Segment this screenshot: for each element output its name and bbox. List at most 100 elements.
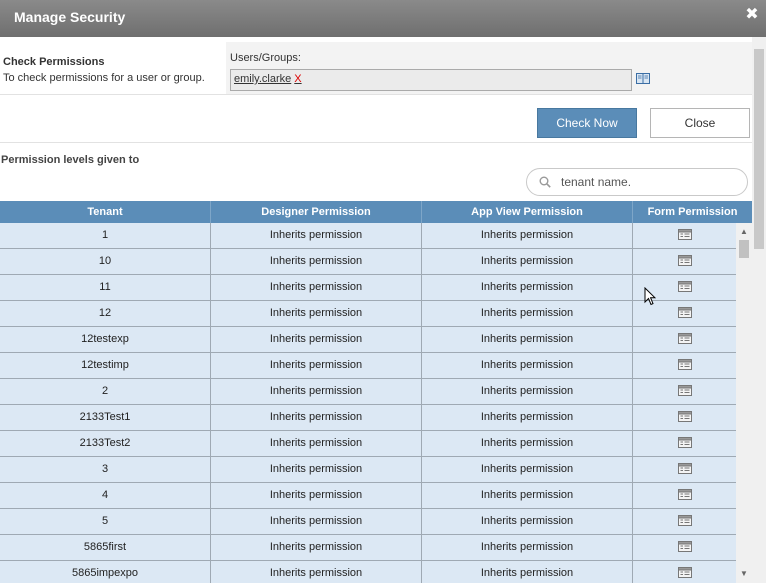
designer-permission-cell: Inherits permission (211, 249, 422, 274)
tenant-cell: 12 (0, 301, 211, 326)
designer-permission-cell: Inherits permission (211, 379, 422, 404)
designer-permission-cell: Inherits permission (211, 509, 422, 534)
tenant-cell: 10 (0, 249, 211, 274)
table-row[interactable]: 3 Inherits permission Inherits permissio… (0, 457, 736, 483)
app-view-permission-cell: Inherits permission (422, 301, 633, 326)
form-permission-icon[interactable] (677, 358, 692, 370)
table-row[interactable]: 1 Inherits permission Inherits permissio… (0, 223, 736, 249)
table-row[interactable]: 12testexp Inherits permission Inherits p… (0, 327, 736, 353)
form-permission-icon[interactable] (677, 462, 692, 474)
column-header-designer-permission[interactable]: Designer Permission (211, 201, 422, 223)
permission-levels-label: Permission levels given to (1, 154, 140, 166)
check-permissions-intro: Check Permissions To check permissions f… (0, 42, 226, 94)
permissions-table: Tenant Designer Permission App View Perm… (0, 201, 752, 583)
app-view-permission-cell: Inherits permission (422, 457, 633, 482)
form-permission-cell (633, 483, 736, 508)
close-button[interactable]: Close (650, 108, 750, 138)
app-view-permission-cell: Inherits permission (422, 535, 633, 560)
remove-user-icon[interactable]: X (294, 73, 301, 85)
app-view-permission-cell: Inherits permission (422, 249, 633, 274)
tenant-cell: 5 (0, 509, 211, 534)
designer-permission-cell: Inherits permission (211, 561, 422, 583)
selected-user-chip[interactable]: emily.clarke X (234, 73, 302, 85)
designer-permission-cell: Inherits permission (211, 301, 422, 326)
form-permission-icon[interactable] (677, 514, 692, 526)
form-permission-icon[interactable] (677, 566, 692, 578)
designer-permission-cell: Inherits permission (211, 535, 422, 560)
table-row[interactable]: 5865impexpo Inherits permission Inherits… (0, 561, 736, 583)
form-permission-cell (633, 379, 736, 404)
form-permission-icon[interactable] (677, 332, 692, 344)
check-permissions-title: Check Permissions (3, 56, 105, 68)
designer-permission-cell: Inherits permission (211, 431, 422, 456)
tenant-cell: 12testimp (0, 353, 211, 378)
form-permission-cell (633, 535, 736, 560)
tenant-search-box[interactable] (526, 168, 748, 196)
table-row[interactable]: 2 Inherits permission Inherits permissio… (0, 379, 736, 405)
form-permission-icon[interactable] (677, 280, 692, 292)
users-groups-panel: Users/Groups: emily.clarke X (226, 42, 752, 94)
designer-permission-cell: Inherits permission (211, 405, 422, 430)
table-row[interactable]: 5 Inherits permission Inherits permissio… (0, 509, 736, 535)
address-book-icon[interactable] (636, 73, 650, 84)
manage-security-dialog: Manage Security ✖ Check Permissions To c… (0, 0, 766, 583)
form-permission-icon[interactable] (677, 436, 692, 448)
table-row[interactable]: 2133Test1 Inherits permission Inherits p… (0, 405, 736, 431)
form-permission-icon[interactable] (677, 384, 692, 396)
form-permission-icon[interactable] (677, 228, 692, 240)
close-icon[interactable]: ✖ (745, 7, 759, 23)
table-header: Tenant Designer Permission App View Perm… (0, 201, 752, 223)
table-row[interactable]: 4 Inherits permission Inherits permissio… (0, 483, 736, 509)
check-now-button[interactable]: Check Now (537, 108, 637, 138)
app-view-permission-cell: Inherits permission (422, 561, 633, 583)
dialog-scrollbar-thumb[interactable] (754, 49, 764, 249)
scroll-up-arrow-icon[interactable]: ▲ (739, 227, 749, 237)
form-permission-cell (633, 353, 736, 378)
dialog-title: Manage Security (14, 9, 126, 25)
app-view-permission-cell: Inherits permission (422, 223, 633, 248)
selected-user-name: emily.clarke (234, 73, 292, 85)
tenant-search-input[interactable] (561, 173, 731, 191)
designer-permission-cell: Inherits permission (211, 457, 422, 482)
action-buttons-row: Check Now Close (0, 95, 752, 143)
app-view-permission-cell: Inherits permission (422, 431, 633, 456)
form-permission-icon[interactable] (677, 540, 692, 552)
tenant-cell: 5865impexpo (0, 561, 211, 583)
app-view-permission-cell: Inherits permission (422, 405, 633, 430)
table-row[interactable]: 10 Inherits permission Inherits permissi… (0, 249, 736, 275)
scroll-down-arrow-icon[interactable]: ▼ (739, 569, 749, 579)
form-permission-icon[interactable] (677, 306, 692, 318)
tenant-cell: 4 (0, 483, 211, 508)
table-row[interactable]: 5865first Inherits permission Inherits p… (0, 535, 736, 561)
table-row[interactable]: 12 Inherits permission Inherits permissi… (0, 301, 736, 327)
designer-permission-cell: Inherits permission (211, 353, 422, 378)
tenant-cell: 2133Test2 (0, 431, 211, 456)
column-header-tenant[interactable]: Tenant (0, 201, 211, 223)
app-view-permission-cell: Inherits permission (422, 379, 633, 404)
tenant-cell: 3 (0, 457, 211, 482)
tenant-cell: 2 (0, 379, 211, 404)
tenant-cell: 12testexp (0, 327, 211, 352)
designer-permission-cell: Inherits permission (211, 223, 422, 248)
tenant-cell: 2133Test1 (0, 405, 211, 430)
table-scrollbar[interactable]: ▲ ▼ (736, 223, 752, 583)
table-row[interactable]: 11 Inherits permission Inherits permissi… (0, 275, 736, 301)
form-permission-icon[interactable] (677, 488, 692, 500)
tenant-cell: 1 (0, 223, 211, 248)
table-scrollbar-thumb[interactable] (739, 240, 749, 258)
table-body: 1 Inherits permission Inherits permissio… (0, 223, 736, 583)
app-view-permission-cell: Inherits permission (422, 327, 633, 352)
form-permission-cell (633, 249, 736, 274)
users-groups-field[interactable]: emily.clarke X (230, 69, 632, 91)
app-view-permission-cell: Inherits permission (422, 353, 633, 378)
dialog-scrollbar[interactable] (752, 37, 766, 583)
form-permission-icon[interactable] (677, 410, 692, 422)
form-permission-cell (633, 431, 736, 456)
form-permission-icon[interactable] (677, 254, 692, 266)
table-row[interactable]: 2133Test2 Inherits permission Inherits p… (0, 431, 736, 457)
column-header-app-view-permission[interactable]: App View Permission (422, 201, 633, 223)
column-header-form-permission[interactable]: Form Permission (633, 201, 752, 223)
table-row[interactable]: 12testimp Inherits permission Inherits p… (0, 353, 736, 379)
form-permission-cell (633, 561, 736, 583)
form-permission-cell (633, 457, 736, 482)
